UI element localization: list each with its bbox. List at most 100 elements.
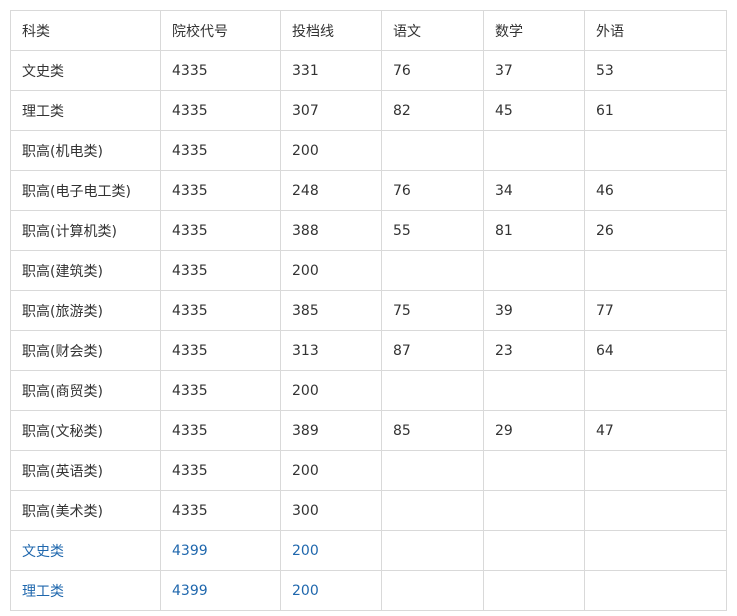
- cell-foreign-language: [584, 530, 727, 571]
- cell-category: 职高(计算机类): [10, 210, 161, 251]
- cell-category: 理工类: [10, 570, 161, 611]
- cell-category: 职高(商贸类): [10, 370, 161, 411]
- table-row: 职高(文秘类) 4335 389 85 29 47: [10, 410, 727, 451]
- cell-cutoff: 313: [280, 330, 382, 371]
- header-cell-category: 科类: [10, 10, 161, 51]
- cell-category: 文史类: [10, 530, 161, 571]
- cell-school-code: 4335: [160, 490, 281, 531]
- header-cell-school-code: 院校代号: [160, 10, 281, 51]
- table-row: 职高(建筑类) 4335 200: [10, 250, 727, 291]
- cell-cutoff: 307: [280, 90, 382, 131]
- cell-cutoff: 200: [280, 530, 382, 571]
- table-row: 职高(计算机类) 4335 388 55 81 26: [10, 210, 727, 251]
- cell-foreign-language: 53: [584, 50, 727, 91]
- header-cell-cutoff: 投档线: [280, 10, 382, 51]
- cell-school-code: 4335: [160, 290, 281, 331]
- cell-category: 文史类: [10, 50, 161, 91]
- cell-foreign-language: 77: [584, 290, 727, 331]
- cell-cutoff: 200: [280, 370, 382, 411]
- cell-chinese: 85: [381, 410, 484, 451]
- cell-school-code: 4335: [160, 330, 281, 371]
- cell-cutoff: 300: [280, 490, 382, 531]
- cell-math: [483, 450, 585, 491]
- cell-category: 职高(财会类): [10, 330, 161, 371]
- cell-chinese: [381, 370, 484, 411]
- header-cell-chinese: 语文: [381, 10, 484, 51]
- cell-math: [483, 130, 585, 171]
- table-row: 理工类 4335 307 82 45 61: [10, 90, 727, 131]
- cell-cutoff: 385: [280, 290, 382, 331]
- cell-category: 理工类: [10, 90, 161, 131]
- cell-cutoff: 388: [280, 210, 382, 251]
- cell-cutoff: 200: [280, 250, 382, 291]
- table-row: 文史类 4399 200: [10, 530, 727, 571]
- table-row: 职高(美术类) 4335 300: [10, 490, 727, 531]
- cell-math: 39: [483, 290, 585, 331]
- table-row: 理工类 4399 200: [10, 570, 727, 611]
- cell-chinese: 55: [381, 210, 484, 251]
- cell-math: [483, 530, 585, 571]
- cell-foreign-language: 64: [584, 330, 727, 371]
- header-cell-foreign-language: 外语: [584, 10, 727, 51]
- cell-cutoff: 200: [280, 130, 382, 171]
- cell-school-code: 4399: [160, 530, 281, 571]
- cell-school-code: 4335: [160, 50, 281, 91]
- cell-math: 37: [483, 50, 585, 91]
- cell-school-code: 4335: [160, 410, 281, 451]
- cell-math: 45: [483, 90, 585, 131]
- cell-cutoff: 248: [280, 170, 382, 211]
- cell-school-code: 4335: [160, 450, 281, 491]
- cell-math: 23: [483, 330, 585, 371]
- cell-school-code: 4399: [160, 570, 281, 611]
- cell-foreign-language: [584, 250, 727, 291]
- cell-math: 81: [483, 210, 585, 251]
- cell-chinese: 76: [381, 170, 484, 211]
- cell-math: [483, 370, 585, 411]
- cell-category: 职高(建筑类): [10, 250, 161, 291]
- cell-foreign-language: [584, 370, 727, 411]
- cell-category: 职高(美术类): [10, 490, 161, 531]
- cell-category: 职高(机电类): [10, 130, 161, 171]
- admission-score-table: 科类 院校代号 投档线 语文 数学 外语 文史类 4335 331 76 37 …: [10, 10, 727, 611]
- cell-school-code: 4335: [160, 130, 281, 171]
- cell-school-code: 4335: [160, 250, 281, 291]
- table-row: 职高(旅游类) 4335 385 75 39 77: [10, 290, 727, 331]
- table-row: 职高(财会类) 4335 313 87 23 64: [10, 330, 727, 371]
- table-header-row: 科类 院校代号 投档线 语文 数学 外语: [10, 10, 727, 51]
- cell-chinese: [381, 490, 484, 531]
- cell-category: 职高(旅游类): [10, 290, 161, 331]
- table-row: 职高(电子电工类) 4335 248 76 34 46: [10, 170, 727, 211]
- cell-foreign-language: 46: [584, 170, 727, 211]
- table-row: 职高(机电类) 4335 200: [10, 130, 727, 171]
- cell-school-code: 4335: [160, 210, 281, 251]
- cell-math: [483, 250, 585, 291]
- cell-school-code: 4335: [160, 170, 281, 211]
- cell-math: [483, 490, 585, 531]
- cell-category: 职高(电子电工类): [10, 170, 161, 211]
- cell-math: [483, 570, 585, 611]
- cell-chinese: 76: [381, 50, 484, 91]
- cell-cutoff: 389: [280, 410, 382, 451]
- cell-math: 34: [483, 170, 585, 211]
- cell-category: 职高(英语类): [10, 450, 161, 491]
- cell-foreign-language: [584, 490, 727, 531]
- cell-chinese: [381, 530, 484, 571]
- cell-math: 29: [483, 410, 585, 451]
- score-table-container: 科类 院校代号 投档线 语文 数学 外语 文史类 4335 331 76 37 …: [10, 10, 727, 611]
- cell-cutoff: 331: [280, 50, 382, 91]
- cell-chinese: [381, 570, 484, 611]
- header-cell-math: 数学: [483, 10, 585, 51]
- cell-chinese: [381, 130, 484, 171]
- table-row: 职高(商贸类) 4335 200: [10, 370, 727, 411]
- cell-foreign-language: 26: [584, 210, 727, 251]
- cell-school-code: 4335: [160, 90, 281, 131]
- cell-chinese: 82: [381, 90, 484, 131]
- cell-cutoff: 200: [280, 450, 382, 491]
- cell-chinese: [381, 450, 484, 491]
- cell-foreign-language: [584, 570, 727, 611]
- table-row: 职高(英语类) 4335 200: [10, 450, 727, 491]
- cell-foreign-language: 61: [584, 90, 727, 131]
- cell-school-code: 4335: [160, 370, 281, 411]
- cell-foreign-language: [584, 450, 727, 491]
- cell-foreign-language: 47: [584, 410, 727, 451]
